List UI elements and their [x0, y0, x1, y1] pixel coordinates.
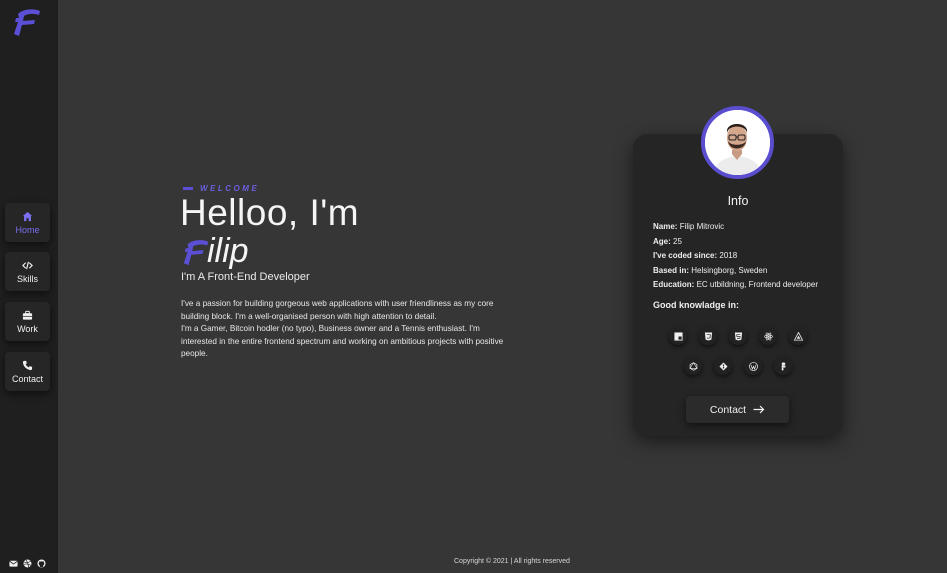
card-title: Info — [727, 194, 749, 208]
name-initial-logo — [183, 240, 209, 266]
skills-row-2 — [684, 357, 792, 375]
graphql-icon — [689, 361, 697, 371]
javascript-icon — [673, 331, 683, 341]
nav-work[interactable]: Work — [5, 302, 50, 341]
skill-badge — [729, 327, 747, 345]
avatar — [701, 106, 774, 179]
sidebar: Home Skills Work Contact — [0, 0, 58, 573]
skill-badge — [684, 357, 702, 375]
react-icon — [763, 332, 773, 340]
nav-work-label: Work — [17, 323, 38, 334]
profile-photo — [705, 110, 770, 175]
skill-badge — [714, 357, 732, 375]
css3-icon — [704, 331, 712, 341]
hero-role: I'm A Front-End Developer — [181, 271, 310, 283]
home-icon — [22, 211, 33, 221]
copyright-text: Copyright © 2021 | All rights reserved — [454, 558, 570, 565]
info-row: Name: Filip Mitrovic — [653, 220, 818, 235]
wordpress-icon — [748, 361, 758, 371]
welcome-dash — [183, 187, 193, 190]
nav-home[interactable]: Home — [5, 203, 50, 242]
info-label: Education: — [653, 280, 695, 289]
github-icon[interactable] — [37, 555, 46, 568]
info-label: I've coded since: — [653, 251, 718, 260]
info-value: EC utbildning, Frontend developer — [696, 280, 818, 289]
nav-skills[interactable]: Skills — [5, 252, 50, 291]
mail-icon[interactable] — [9, 555, 18, 567]
skills-row-1 — [669, 327, 807, 345]
hero-bio: I've a passion for building gorgeous web… — [181, 298, 511, 361]
brand-logo[interactable] — [12, 6, 42, 38]
nav-skills-label: Skills — [16, 273, 38, 284]
contact-button[interactable]: Contact — [686, 396, 789, 423]
info-value: Helsingborg, Sweden — [691, 265, 768, 275]
info-row: I've coded since: 2018 — [653, 249, 818, 264]
git-icon — [718, 361, 728, 371]
arrow-right-icon — [753, 405, 765, 414]
skill-badge — [759, 327, 777, 345]
info-list: Name: Filip Mitrovic Age: 25 I've coded … — [653, 220, 818, 293]
dribbble-icon[interactable] — [23, 555, 32, 568]
skill-badge — [789, 327, 807, 345]
info-value: 2018 — [719, 251, 738, 260]
code-icon — [22, 261, 33, 269]
hero-greeting: Helloo, I'm — [180, 192, 360, 233]
nav-contact[interactable]: Contact — [5, 352, 50, 391]
info-value: Filip Mitrovic — [679, 222, 725, 231]
skill-badge — [699, 327, 717, 345]
bio-paragraph: I'm a Gamer, Bitcoin hodler (no typo), B… — [181, 324, 504, 359]
nav-home-label: Home — [15, 224, 40, 235]
info-label: Based in: — [653, 265, 690, 275]
info-label: Age: — [653, 236, 671, 246]
figma-icon — [781, 361, 786, 371]
html5-icon — [734, 331, 742, 341]
contact-button-label: Contact — [709, 403, 747, 416]
info-row: Education: EC utbildning, Frontend devel… — [653, 278, 818, 293]
bio-paragraph: I've a passion for building gorgeous web… — [181, 299, 494, 321]
webpack-icon — [793, 331, 803, 341]
briefcase-icon — [22, 310, 33, 320]
skill-badge — [744, 357, 762, 375]
nav-contact-label: Contact — [11, 373, 44, 384]
skill-badge — [774, 357, 792, 375]
info-value: 25 — [673, 236, 682, 246]
info-label: Name: — [653, 222, 678, 231]
info-row: Age: 25 — [653, 235, 818, 250]
hero-name: ilip — [182, 234, 249, 268]
social-links — [9, 555, 46, 568]
skill-badge — [669, 327, 687, 345]
hero-name-text: ilip — [207, 232, 249, 270]
info-row: Based in: Helsingborg, Sweden — [653, 264, 818, 279]
skills-heading: Good knowladge in: — [653, 300, 739, 310]
phone-icon — [22, 360, 33, 370]
